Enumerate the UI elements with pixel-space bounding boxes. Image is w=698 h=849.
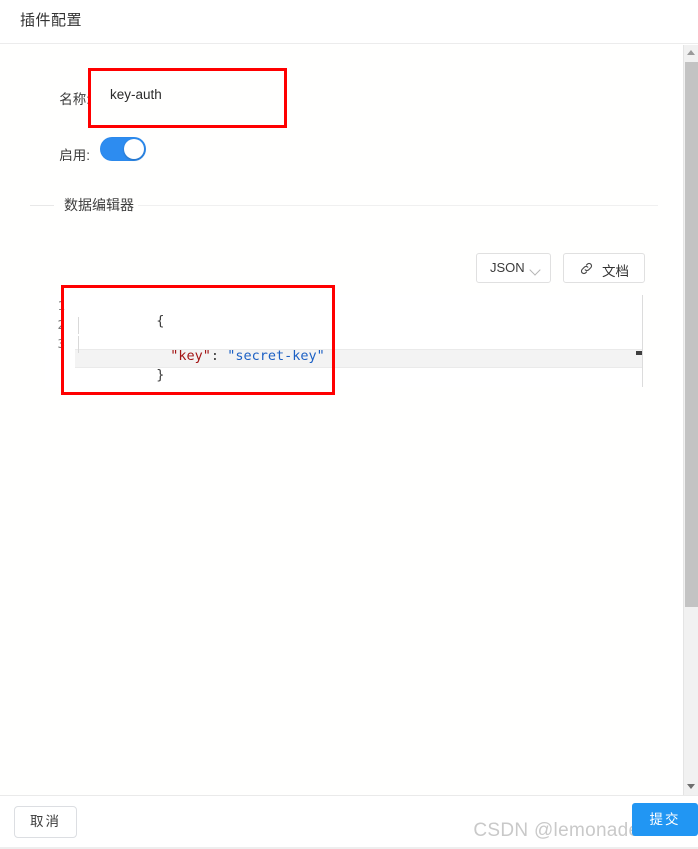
docs-button-label: 文档 [602,264,629,279]
chevron-down-icon [529,264,541,276]
modal-body: 名称: key-auth 启用: 数据编辑器 JSON 文档 1 2 3 {"… [0,45,670,795]
editor-scroll-marker[interactable] [636,351,642,355]
format-select[interactable]: JSON [476,253,551,283]
docs-button[interactable]: 文档 [563,253,645,283]
enabled-toggle[interactable] [100,137,146,161]
editor-toolbar: JSON 文档 [0,253,645,283]
modal-footer: 取消 CSDN @lemonade-water 提交 [0,795,698,849]
scrollbar-thumb[interactable] [685,62,698,607]
line-number: 1 [57,298,65,313]
vertical-scrollbar[interactable] [683,45,698,795]
legend-divider-right [138,205,658,206]
json-code-editor[interactable]: 1 2 3 { "key": "secret-key" } [45,295,643,387]
form-row-enabled: 启用: [0,45,670,175]
enabled-label: 启用: [59,148,90,163]
code-token-brace-close: } [156,367,165,383]
modal-header: 插件配置 [0,0,698,44]
line-number: 3 [57,336,65,351]
code-line: } [75,335,642,383]
caret-up-icon[interactable] [684,45,698,61]
format-select-value: JSON [490,260,525,275]
line-number: 2 [57,317,65,332]
link-icon [579,261,594,276]
submit-button[interactable]: 提交 [632,803,698,836]
data-editor-legend: 数据编辑器 [60,195,138,215]
caret-down-icon[interactable] [684,779,698,795]
cancel-button[interactable]: 取消 [14,806,77,838]
toggle-knob [124,139,144,159]
indent-guide [78,336,79,353]
page-title: 插件配置 [20,12,83,29]
data-editor-fieldset: 数据编辑器 [30,195,658,215]
indent-guide [78,317,79,334]
editor-gutter: 1 2 3 [45,295,71,387]
legend-divider-left [30,205,54,206]
code-line: "key": "secret-key" [75,316,642,364]
editor-content[interactable]: { "key": "secret-key" } [75,295,642,387]
plugin-config-modal: 插件配置 名称: key-auth 启用: 数据编辑器 JSON 文档 1 2 … [0,0,698,849]
code-line: { [75,297,642,329]
